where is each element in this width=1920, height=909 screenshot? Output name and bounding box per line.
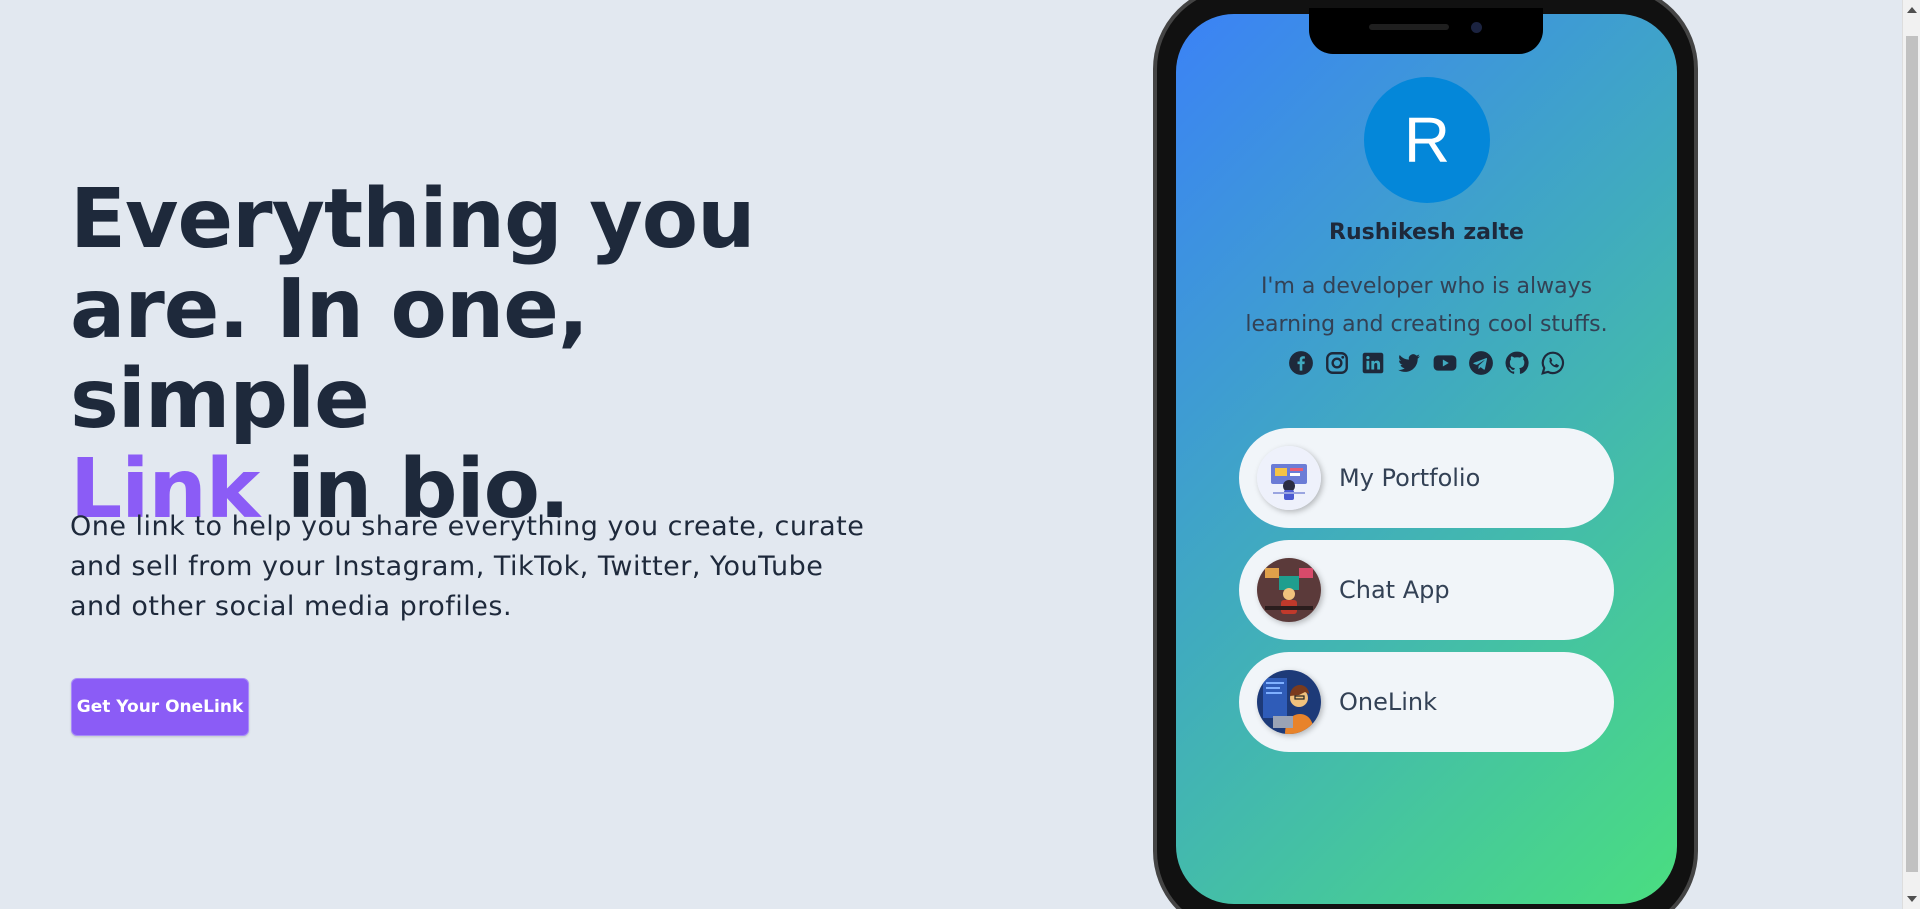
scrollbar-thumb[interactable]: [1906, 36, 1918, 872]
chat-app-thumbnail: [1257, 558, 1321, 622]
hero-heading-line2: are. In one, simple: [70, 262, 589, 447]
phone-notch: [1309, 8, 1543, 54]
link-card-label: OneLink: [1339, 688, 1438, 716]
instagram-icon[interactable]: [1324, 350, 1350, 376]
onelink-thumbnail: [1257, 670, 1321, 734]
link-card-label: My Portfolio: [1339, 464, 1481, 492]
linkedin-icon[interactable]: [1360, 350, 1386, 376]
phone-camera: [1471, 22, 1482, 33]
telegram-icon[interactable]: [1468, 350, 1494, 376]
profile-bio: I'm a developer who is always learning a…: [1245, 274, 1608, 337]
link-card-label: Chat App: [1339, 576, 1450, 604]
phone-speaker: [1369, 24, 1449, 30]
scroll-down-arrow-icon[interactable]: [1907, 896, 1917, 902]
youtube-icon[interactable]: [1432, 350, 1458, 376]
facebook-icon[interactable]: [1288, 350, 1314, 376]
get-onelink-button[interactable]: Get Your OneLink: [71, 678, 249, 736]
link-card-chat-app[interactable]: Chat App: [1239, 540, 1614, 640]
hero-subtitle: One link to help you share everything yo…: [70, 511, 865, 622]
hero-heading: Everything you are. In one, simple Link …: [70, 175, 870, 535]
link-card-portfolio[interactable]: My Portfolio: [1239, 428, 1614, 528]
whatsapp-icon[interactable]: [1540, 350, 1566, 376]
scroll-up-arrow-icon[interactable]: [1907, 7, 1917, 13]
portfolio-thumbnail: [1257, 446, 1321, 510]
hero-heading-line1: Everything you: [70, 172, 755, 267]
profile-name: Rushikesh zalte: [1329, 220, 1524, 245]
page-scrollbar[interactable]: [1902, 0, 1920, 909]
github-icon[interactable]: [1504, 350, 1530, 376]
social-icons-row: [1176, 350, 1677, 376]
avatar: R: [1364, 77, 1490, 203]
twitter-icon[interactable]: [1396, 350, 1422, 376]
link-card-onelink[interactable]: OneLink: [1239, 652, 1614, 752]
